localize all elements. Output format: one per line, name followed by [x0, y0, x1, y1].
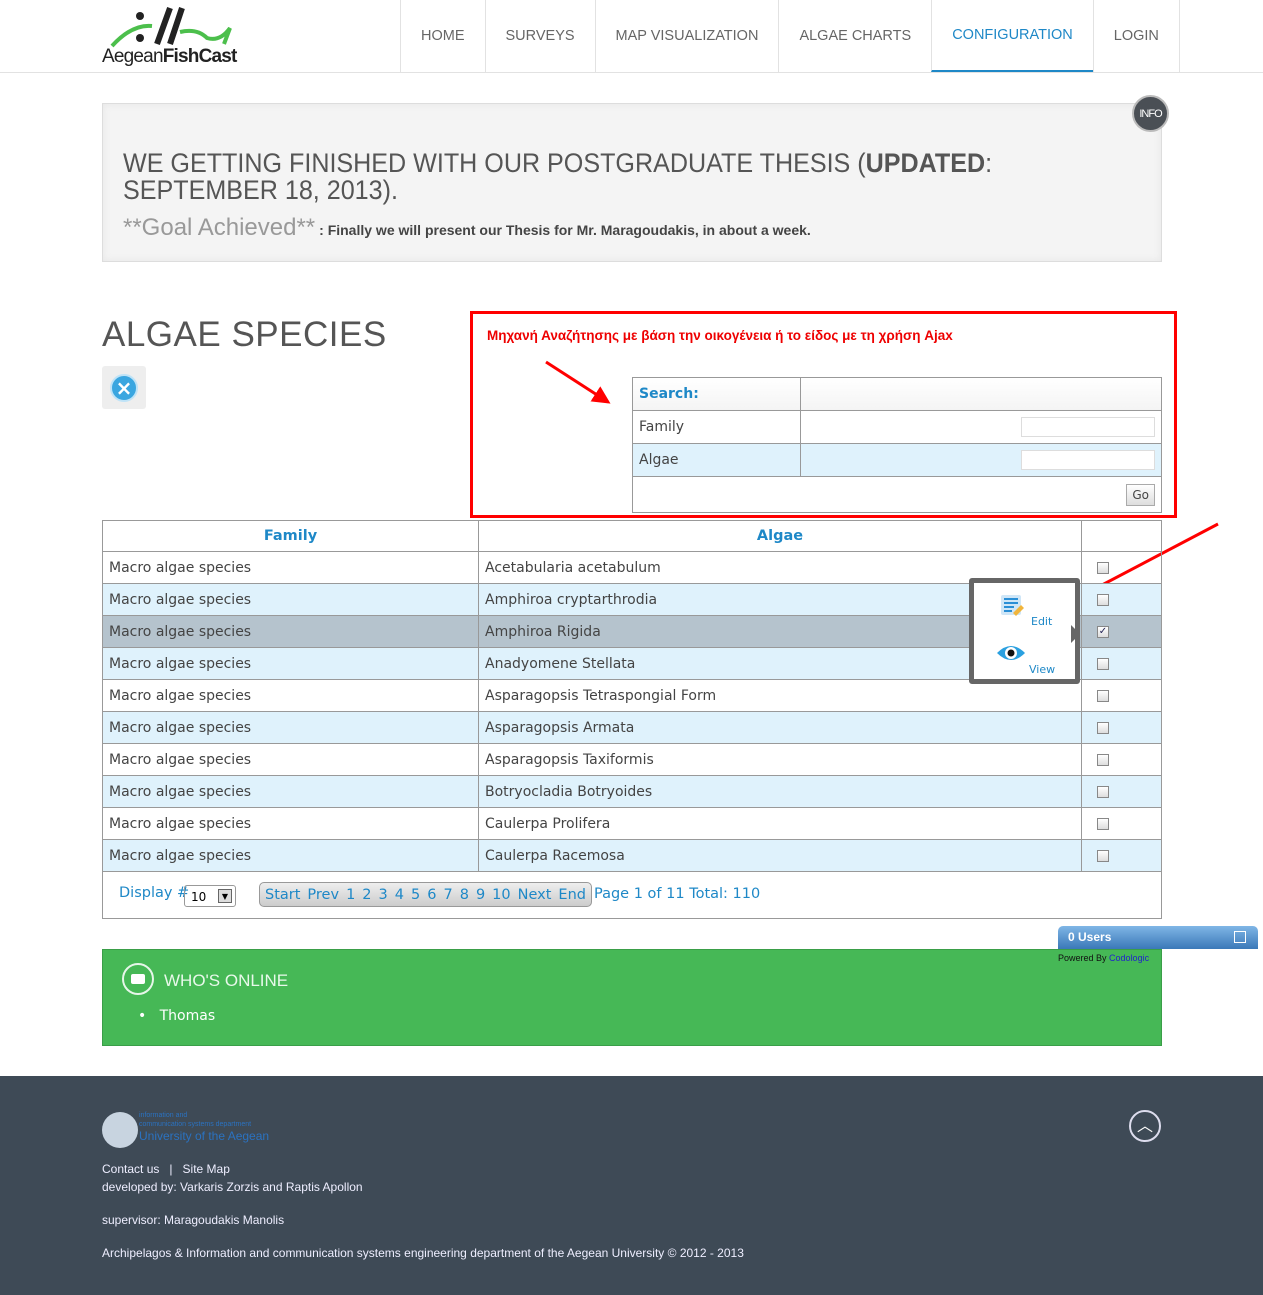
family-cell: Macro algae species	[102, 551, 479, 584]
family-cell: Macro algae species	[102, 583, 479, 616]
column-header-select	[1081, 520, 1162, 552]
whos-online-panel: WHO'S ONLINE • Thomas	[102, 949, 1162, 1046]
maximize-icon[interactable]	[1234, 931, 1246, 943]
page-link[interactable]: 1	[346, 887, 355, 903]
column-header-family[interactable]: Family	[102, 520, 479, 552]
family-cell: Macro algae species	[102, 679, 479, 712]
supervisor: supervisor: Maragoudakis Manolis	[102, 1213, 285, 1227]
copyright: Archipelagos & Information and communica…	[102, 1246, 744, 1260]
table-row[interactable]: Macro algae species Botryocladia Botryoid…	[102, 775, 1162, 808]
whos-online-title: WHO'S ONLINE	[164, 971, 289, 990]
chevron-down-icon: ▼	[218, 889, 232, 903]
family-cell: Macro algae species	[102, 743, 479, 776]
page-link[interactable]: 9	[476, 887, 485, 903]
row-checkbox[interactable]: ✓	[1097, 625, 1109, 638]
algae-cell: Asparagopsis Taxiformis	[478, 743, 1082, 776]
scroll-top-icon[interactable]: ︿	[1129, 1110, 1161, 1142]
row-checkbox[interactable]	[1097, 785, 1109, 798]
table-row[interactable]: Macro algae species Caulerpa Racemosa	[102, 839, 1162, 872]
algae-cell: Asparagopsis Armata	[478, 711, 1082, 744]
row-checkbox[interactable]	[1097, 561, 1109, 574]
row-checkbox[interactable]	[1097, 753, 1109, 766]
algae-cell: Caulerpa Prolifera	[478, 807, 1082, 840]
family-cell: Macro algae species	[102, 711, 479, 744]
algae-cell: Caulerpa Racemosa	[478, 839, 1082, 872]
separator: |	[169, 1162, 173, 1176]
family-cell: Macro algae species	[102, 647, 479, 680]
page-link[interactable]: 4	[395, 887, 404, 903]
developed-by: developed by: Varkaris Zorzis and Raptis…	[102, 1180, 363, 1194]
algae-label: Algae	[632, 443, 801, 477]
search-form: Search: Family Algae Go	[632, 377, 1162, 513]
column-header-algae[interactable]: Algae	[478, 520, 1082, 552]
family-cell: Macro algae species	[102, 807, 479, 840]
family-input[interactable]	[1021, 417, 1155, 437]
footer: information and communication systems dep…	[0, 1076, 1263, 1295]
page-link[interactable]: Prev	[307, 887, 339, 903]
table-row[interactable]: Macro algae species Asparagopsis Taxiform…	[102, 743, 1162, 776]
family-cell: Macro algae species	[102, 775, 479, 808]
edit-icon[interactable]	[999, 593, 1025, 617]
row-checkbox[interactable]	[1097, 817, 1109, 830]
search-header: Search:	[632, 377, 801, 411]
view-icon[interactable]	[996, 643, 1026, 663]
algae-table: Family Algae Macro algae species Acetabul…	[102, 520, 1162, 872]
arrow-to-search	[545, 360, 611, 404]
users-chat-widget[interactable]: 0 Users	[1058, 926, 1258, 949]
page-size-select[interactable]: 10 ▼	[184, 885, 236, 907]
online-user[interactable]: • Thomas	[138, 1008, 215, 1024]
codologic-link[interactable]: Codologic	[1109, 953, 1149, 963]
row-checkbox[interactable]	[1097, 657, 1109, 670]
view-link[interactable]: View	[1029, 663, 1055, 676]
page-link[interactable]: 3	[379, 887, 388, 903]
page-link[interactable]: 7	[443, 887, 452, 903]
algae-cell: Botryocladia Botryoides	[478, 775, 1082, 808]
table-row[interactable]: Macro algae species Asparagopsis Tetraspo…	[102, 679, 1162, 712]
university-seal-icon	[102, 1112, 138, 1148]
page-links: Start Prev 1 2 3 4 5 6 7 8 9 10 Next End	[259, 882, 592, 907]
family-label: Family	[632, 410, 801, 444]
row-checkbox[interactable]	[1097, 721, 1109, 734]
page-link[interactable]: End	[558, 887, 586, 903]
table-row[interactable]: Macro algae species Asparagopsis Armata	[102, 711, 1162, 744]
edit-link[interactable]: Edit	[1031, 615, 1052, 628]
algae-cell: Asparagopsis Tetraspongial Form	[478, 679, 1082, 712]
page-link[interactable]: Start	[265, 887, 300, 903]
go-button[interactable]: Go	[1126, 483, 1155, 506]
chat-icon	[122, 963, 154, 995]
page-info: Page 1 of 11 Total: 110	[594, 886, 761, 902]
page-link[interactable]: 2	[362, 887, 371, 903]
powered-by: Powered By Codologic	[1058, 953, 1150, 963]
row-checkbox[interactable]	[1097, 849, 1109, 862]
table-row[interactable]: Macro algae species Caulerpa Prolifera	[102, 807, 1162, 840]
page-link[interactable]: Next	[518, 887, 552, 903]
contact-link[interactable]: Contact us	[102, 1162, 159, 1176]
row-action-popup: Edit View	[969, 578, 1080, 684]
display-label: Display #	[119, 885, 190, 901]
row-checkbox[interactable]	[1097, 689, 1109, 702]
page-link[interactable]: 5	[411, 887, 420, 903]
university-logo-text[interactable]: information and communication systems dep…	[139, 1111, 269, 1143]
page-link[interactable]: 10	[492, 887, 510, 903]
algae-input[interactable]	[1021, 450, 1155, 470]
family-cell: Macro algae species	[102, 615, 479, 648]
page-link[interactable]: 8	[460, 887, 469, 903]
family-cell: Macro algae species	[102, 839, 479, 872]
sitemap-link[interactable]: Site Map	[183, 1162, 230, 1176]
pagination-bar: Display # 10 ▼ Start Prev 1 2 3 4 5 6 7 8 9 10 Next En…	[102, 871, 1162, 919]
row-checkbox[interactable]	[1097, 593, 1109, 606]
page-link[interactable]: 6	[427, 887, 436, 903]
